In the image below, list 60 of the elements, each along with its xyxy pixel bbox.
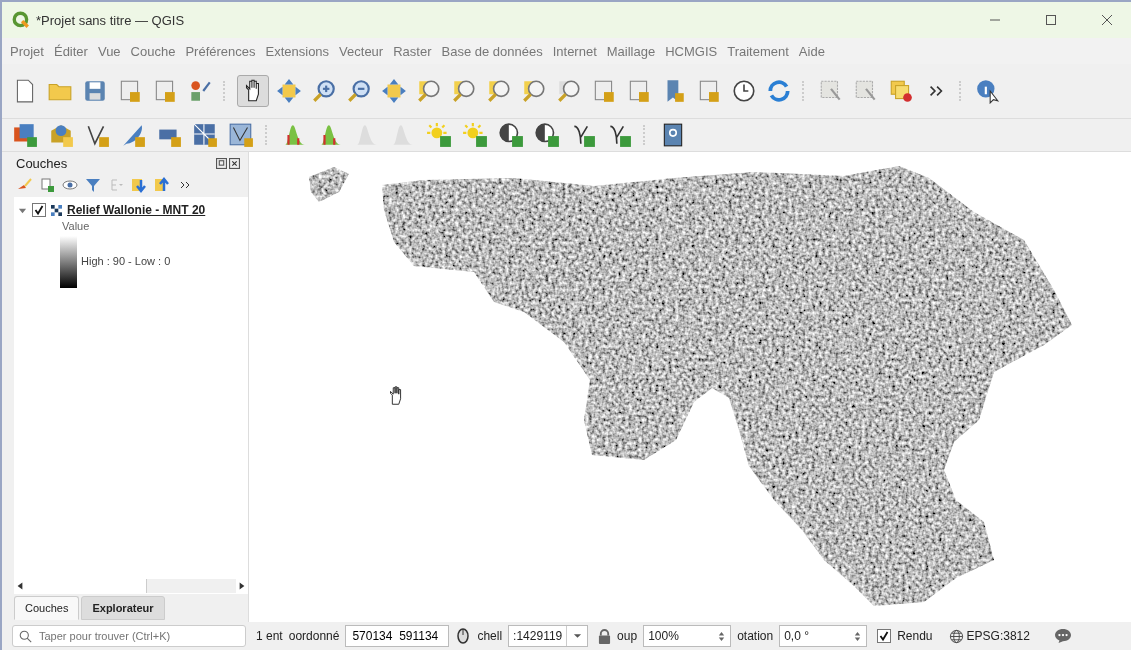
scale-label: chell	[477, 629, 503, 643]
menu-item[interactable]: Couche	[130, 43, 176, 59]
coordinate-field[interactable]: 570134 591134	[345, 625, 450, 647]
close-icon[interactable]	[1101, 14, 1113, 26]
menu-item[interactable]: Éditer	[53, 43, 88, 59]
add-group-icon[interactable]	[39, 177, 55, 193]
crs-button[interactable]: EPSG:3812	[966, 629, 1030, 643]
status-message: 1 ent	[256, 629, 283, 643]
eye-icon[interactable]	[62, 177, 78, 193]
maximize-icon[interactable]	[1045, 14, 1057, 26]
scale-combo[interactable]: :1429119	[508, 625, 589, 647]
rotation-label: otation	[737, 629, 774, 643]
menu-item[interactable]: Vecteur	[339, 43, 384, 59]
globe-icon[interactable]	[948, 628, 964, 644]
lock-icon[interactable]	[598, 628, 612, 644]
collapse-all-icon[interactable]	[154, 177, 170, 193]
magnifier-label: oup	[617, 629, 638, 643]
brightness-up-icon[interactable]	[424, 120, 454, 150]
menu-item[interactable]: Maillage	[606, 43, 656, 59]
float-panel-icon[interactable]	[216, 158, 227, 169]
search-field[interactable]: Taper pour trouver (Ctrl+K)	[12, 625, 246, 647]
magnifier-spinbox[interactable]: 100%	[643, 625, 732, 647]
render-checkbox[interactable]	[877, 629, 892, 643]
gradient-ramp	[60, 236, 77, 288]
dropdown-arrow-icon	[572, 633, 582, 639]
spin-arrows-icon	[717, 629, 727, 643]
menu-item[interactable]: Préférences	[185, 43, 256, 59]
layer-checkbox[interactable]	[32, 203, 46, 217]
window-title: *Projet sans titre — QGIS	[36, 12, 185, 28]
raster-layer-icon	[51, 204, 62, 216]
menu-item[interactable]: Vue	[97, 43, 121, 59]
coordinate-label: oordonné	[288, 629, 340, 643]
panel-tab[interactable]: Explorateur	[81, 596, 165, 620]
contrast-up-icon[interactable]	[496, 120, 526, 150]
menu-item[interactable]: Projet	[10, 43, 44, 59]
menu-item[interactable]: Aide	[798, 43, 825, 59]
messages-icon[interactable]	[1053, 628, 1072, 644]
mouse-icon[interactable]	[455, 628, 472, 644]
menu-item[interactable]: HCMGIS	[665, 43, 718, 59]
expand-all-icon[interactable]	[131, 177, 147, 193]
menu-item[interactable]: Base de données	[441, 43, 543, 59]
pan-hand-icon[interactable]	[237, 75, 269, 107]
rotation-spinbox[interactable]: 0,0 °	[779, 625, 868, 647]
layer-name[interactable]: Relief Wallonie - MNT 20	[67, 203, 206, 217]
contrast-down-icon[interactable]	[532, 120, 562, 150]
legend-title: Value	[62, 220, 91, 232]
menu-item[interactable]: Traitement	[727, 43, 789, 59]
menu-item[interactable]: Raster	[393, 43, 432, 59]
menu-item[interactable]: Internet	[552, 43, 597, 59]
panel-tab[interactable]: Couches	[14, 596, 80, 620]
render-label: Rendu	[897, 629, 933, 643]
panel-title: Couches	[16, 156, 68, 171]
menu-item[interactable]: Extensions	[265, 43, 330, 59]
legend-label: High : 90 - Low : 0	[81, 255, 171, 267]
filter-icon[interactable]	[85, 177, 101, 193]
close-panel-icon[interactable]	[229, 158, 240, 169]
qgis-logo-icon	[12, 11, 30, 29]
spin-arrows-icon	[853, 629, 863, 643]
search-icon	[19, 630, 32, 643]
brightness-down-icon[interactable]	[460, 120, 490, 150]
